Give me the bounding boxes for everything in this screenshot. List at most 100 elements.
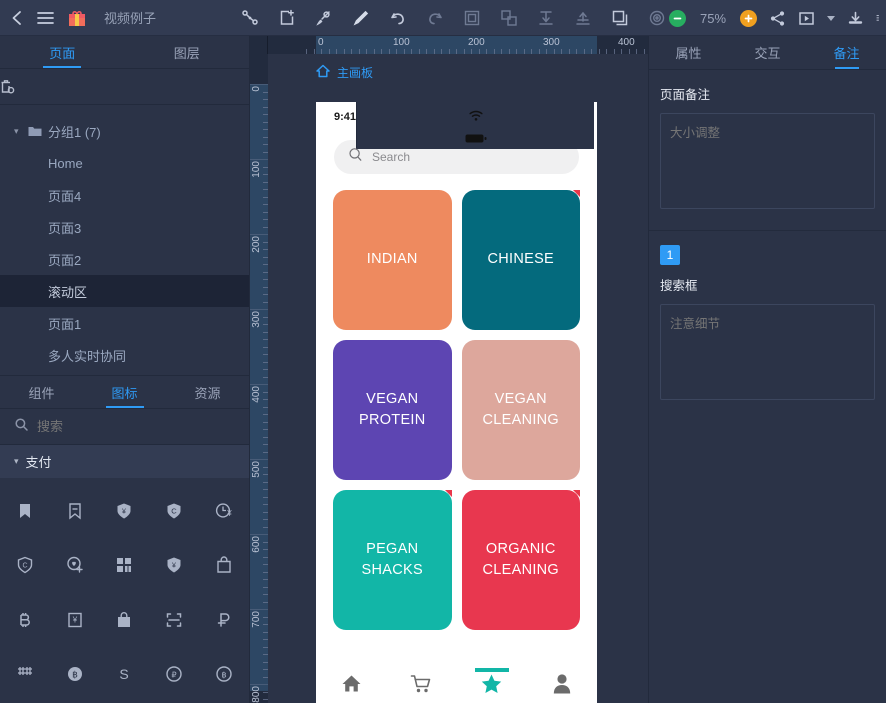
tab-properties[interactable]: 属性 xyxy=(649,36,728,69)
tab-resources[interactable]: 资源 xyxy=(166,376,249,408)
home-icon xyxy=(341,673,362,699)
tabbar-home-button[interactable] xyxy=(316,673,386,699)
canvas-viewport[interactable]: 主画板 9:41 Search INDIAN CHINESE VEGAN PRO… xyxy=(268,54,648,703)
ruble-circle-icon[interactable]: ₽ xyxy=(149,649,199,699)
share-icon[interactable] xyxy=(769,10,786,27)
tabbar-profile-button[interactable] xyxy=(527,673,597,699)
tree-item-scroll-area[interactable]: 滚动区 xyxy=(0,275,249,307)
svg-text:฿: ฿ xyxy=(222,670,227,679)
artboard-label[interactable]: 主画板 xyxy=(316,64,373,81)
card-chinese[interactable]: CHINESE xyxy=(461,190,580,330)
shield-c-icon[interactable]: C xyxy=(149,486,199,536)
align-bottom-icon[interactable] xyxy=(536,8,556,28)
gift-box-icon[interactable] xyxy=(68,9,86,27)
pen-tool-icon[interactable] xyxy=(314,8,334,28)
icon-group-header-payment[interactable]: ▾ 支付 xyxy=(0,445,249,478)
tree-item-page3[interactable]: 页面3 xyxy=(0,211,249,243)
ungroup-icon[interactable] xyxy=(499,8,519,28)
envelope-yen-icon[interactable]: ¥ xyxy=(50,595,100,645)
element-note-textarea[interactable] xyxy=(660,304,875,400)
tab-icons[interactable]: 图标 xyxy=(83,376,166,408)
tabbar-cart-button[interactable] xyxy=(386,673,456,699)
redo-icon[interactable] xyxy=(425,8,445,28)
download-icon[interactable] xyxy=(847,10,864,27)
pencil-icon[interactable] xyxy=(351,8,371,28)
active-tab-indicator xyxy=(474,667,509,672)
qr-grid-icon[interactable] xyxy=(100,540,150,590)
search-icon xyxy=(14,417,29,437)
tab-layers[interactable]: 图层 xyxy=(125,36,250,68)
zoom-in-circle-icon[interactable] xyxy=(740,9,757,27)
tree-item-page3-label: 页面3 xyxy=(48,220,82,236)
card-vegan-protein-label: VEGAN PROTEIN xyxy=(358,390,426,428)
dollar-s-icon[interactable]: S xyxy=(100,649,150,699)
svg-text:C: C xyxy=(172,507,178,516)
align-top-icon[interactable] xyxy=(573,8,593,28)
card-organic-cleaning[interactable]: ORGANIC CLEANING xyxy=(461,490,580,630)
more-icon[interactable] xyxy=(876,11,884,25)
ruler-v-label-400: 400 xyxy=(251,386,262,403)
abacus-icon[interactable] xyxy=(0,649,50,699)
topbar-left-group: 视频例子 xyxy=(0,8,240,27)
ruler-h-label-300: 300 xyxy=(543,37,560,48)
canvas-area: 0 100 200 300 400 0 100 200 300 400 500 xyxy=(250,36,648,703)
page-note-textarea[interactable] xyxy=(660,113,875,209)
ruler-v-label-200: 200 xyxy=(251,236,262,253)
card-indian[interactable]: INDIAN xyxy=(333,190,452,330)
ruler-h-body[interactable]: 0 100 200 300 400 xyxy=(268,36,648,54)
card-pegan-shacks[interactable]: PEGAN SHACKS xyxy=(333,490,452,630)
target-icon[interactable] xyxy=(647,8,667,28)
clock-yen-icon[interactable]: ¥ xyxy=(199,486,249,536)
scan-frame-icon[interactable] xyxy=(149,595,199,645)
shopping-bag-icon[interactable] xyxy=(199,540,249,590)
folder-icon xyxy=(28,126,48,137)
tab-interaction-label: 交互 xyxy=(754,46,781,61)
shield-yen-icon[interactable]: ¥ xyxy=(149,540,199,590)
tree-group-1[interactable]: ▾ 分组1 (7) xyxy=(0,115,249,147)
tree-group-1-label: 分组1 (7) xyxy=(48,124,101,140)
phone-artboard[interactable]: 9:41 Search INDIAN CHINESE VEGAN PROTEIN… xyxy=(316,102,597,703)
ruler-v-label-300: 300 xyxy=(251,311,262,328)
tree-item-home[interactable]: Home xyxy=(0,147,249,179)
horizontal-ruler[interactable]: 0 100 200 300 400 xyxy=(250,36,648,54)
group-icon[interactable] xyxy=(462,8,482,28)
tab-notes[interactable]: 备注 xyxy=(807,36,886,69)
undo-icon[interactable] xyxy=(388,8,408,28)
add-artboard-icon[interactable] xyxy=(277,8,297,28)
tab-pages[interactable]: 页面 xyxy=(0,36,125,68)
card-vegan-protein[interactable]: VEGAN PROTEIN xyxy=(333,340,452,480)
duplicate-icon[interactable] xyxy=(610,8,630,28)
connector-icon[interactable] xyxy=(240,8,260,28)
shopping-bag-outline-icon[interactable] xyxy=(100,595,150,645)
chevron-down-icon[interactable] xyxy=(827,15,835,21)
tab-interaction[interactable]: 交互 xyxy=(728,36,807,69)
tabbar-favorites-button[interactable] xyxy=(457,667,527,700)
tree-item-collab[interactable]: 多人实时协同 xyxy=(0,339,249,371)
shield-c-outline-icon[interactable]: C xyxy=(0,540,50,590)
trash-restore-icon[interactable] xyxy=(0,78,235,95)
bookmark-filled-icon[interactable] xyxy=(0,486,50,536)
tree-item-page1[interactable]: 页面1 xyxy=(0,307,249,339)
library-search-row xyxy=(0,409,249,445)
library-search-input[interactable] xyxy=(37,419,235,434)
icon-group-header-label: 支付 xyxy=(25,455,52,470)
shield-yen-filled-icon[interactable]: ¥ xyxy=(100,486,150,536)
chevron-left-icon[interactable] xyxy=(10,10,23,26)
bitcoin-b-icon[interactable] xyxy=(0,595,50,645)
zoom-level-label[interactable]: 75% xyxy=(698,11,728,26)
ruble-p-icon[interactable] xyxy=(199,595,249,645)
bitcoin-circle-icon[interactable]: ฿ xyxy=(199,649,249,699)
location-heart-plus-icon[interactable] xyxy=(50,540,100,590)
tab-components[interactable]: 组件 xyxy=(0,376,83,408)
card-vegan-cleaning[interactable]: VEGAN CLEANING xyxy=(461,340,580,480)
zoom-out-circle-icon[interactable] xyxy=(669,9,686,27)
bookmark-minus-icon[interactable] xyxy=(50,486,100,536)
bitcoin-circle-filled-icon[interactable]: ฿ xyxy=(50,649,100,699)
hamburger-menu-icon[interactable] xyxy=(37,11,54,25)
tree-item-page4[interactable]: 页面4 xyxy=(0,179,249,211)
tree-item-page2[interactable]: 页面2 xyxy=(0,243,249,275)
selection-marker-icon xyxy=(573,190,580,197)
ruler-h-label-400: 400 xyxy=(618,37,635,48)
preview-play-icon[interactable] xyxy=(798,10,815,27)
vertical-ruler[interactable]: 0 100 200 300 400 500 600 700 800 xyxy=(250,54,268,703)
